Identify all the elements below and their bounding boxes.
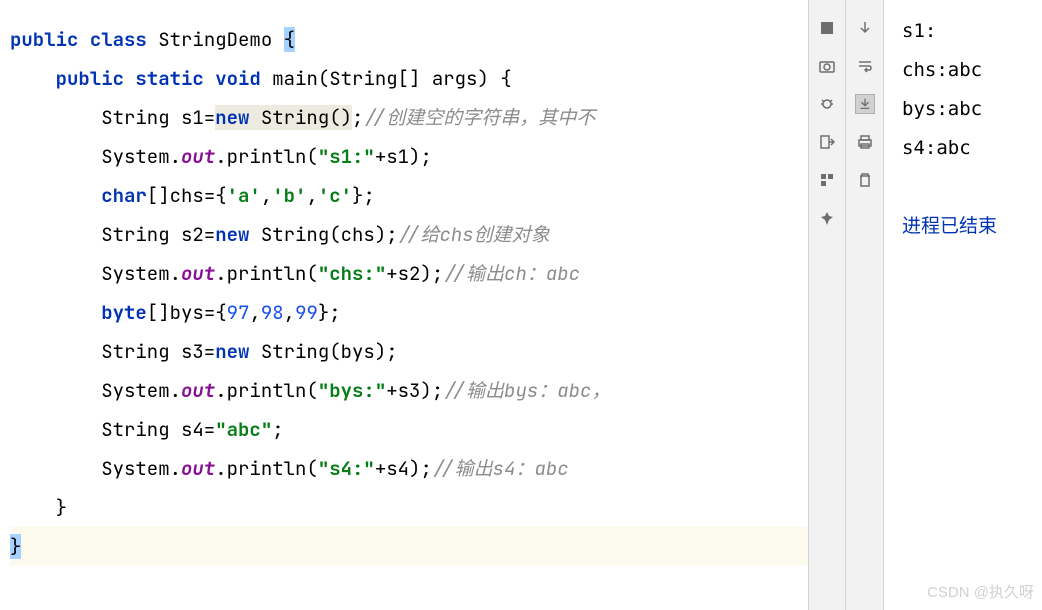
pin-icon[interactable] — [817, 208, 837, 228]
code-line-current: } — [10, 527, 808, 566]
output-line: s1: — [902, 12, 1042, 51]
console-output[interactable]: s1: chs:abc bys:abc s4:abc 进程已结束 CSDN @执… — [884, 0, 1042, 610]
code-line: String s4="abc"; — [10, 410, 808, 449]
output-line — [902, 168, 1042, 207]
code-line: } — [10, 488, 808, 527]
code-line: char[]chs={'a','b','c'}; — [10, 176, 808, 215]
camera-icon[interactable] — [817, 56, 837, 76]
exit-icon[interactable] — [817, 132, 837, 152]
code-editor[interactable]: public class StringDemo { public static … — [0, 0, 808, 610]
code-line: byte[]bys={97,98,99}; — [10, 293, 808, 332]
toolbar-column-1 — [808, 0, 846, 610]
output-line: bys:abc — [902, 90, 1042, 129]
stop-icon[interactable] — [817, 18, 837, 38]
scroll-to-end-icon[interactable] — [855, 94, 875, 114]
output-line: s4:abc — [902, 129, 1042, 168]
toolbar-column-2 — [846, 0, 884, 610]
arrow-down-icon[interactable] — [855, 18, 875, 38]
process-finished: 进程已结束 — [902, 207, 1042, 246]
wrap-icon[interactable] — [855, 56, 875, 76]
code-line: public class StringDemo { — [10, 20, 808, 59]
code-line: String s2=new String(chs);//给chs创建对象 — [10, 215, 808, 254]
print-icon[interactable] — [855, 132, 875, 152]
code-line: String s3=new String(bys); — [10, 332, 808, 371]
watermark: CSDN @执久呀 — [927, 581, 1034, 602]
code-line: System.out.println("s4:"+s4);//输出s4：abc — [10, 449, 808, 488]
trash-icon[interactable] — [855, 170, 875, 190]
code-line: System.out.println("chs:"+s2);//输出ch：abc — [10, 254, 808, 293]
output-line: chs:abc — [902, 51, 1042, 90]
code-line: System.out.println("bys:"+s3);//输出bys：ab… — [10, 371, 808, 410]
code-line: String s1=new String();//创建空的字符串，其中不 — [10, 98, 808, 137]
bug-icon[interactable] — [817, 94, 837, 114]
code-line: System.out.println("s1:"+s1); — [10, 137, 808, 176]
code-line: public static void main(String[] args) { — [10, 59, 808, 98]
layout-icon[interactable] — [817, 170, 837, 190]
